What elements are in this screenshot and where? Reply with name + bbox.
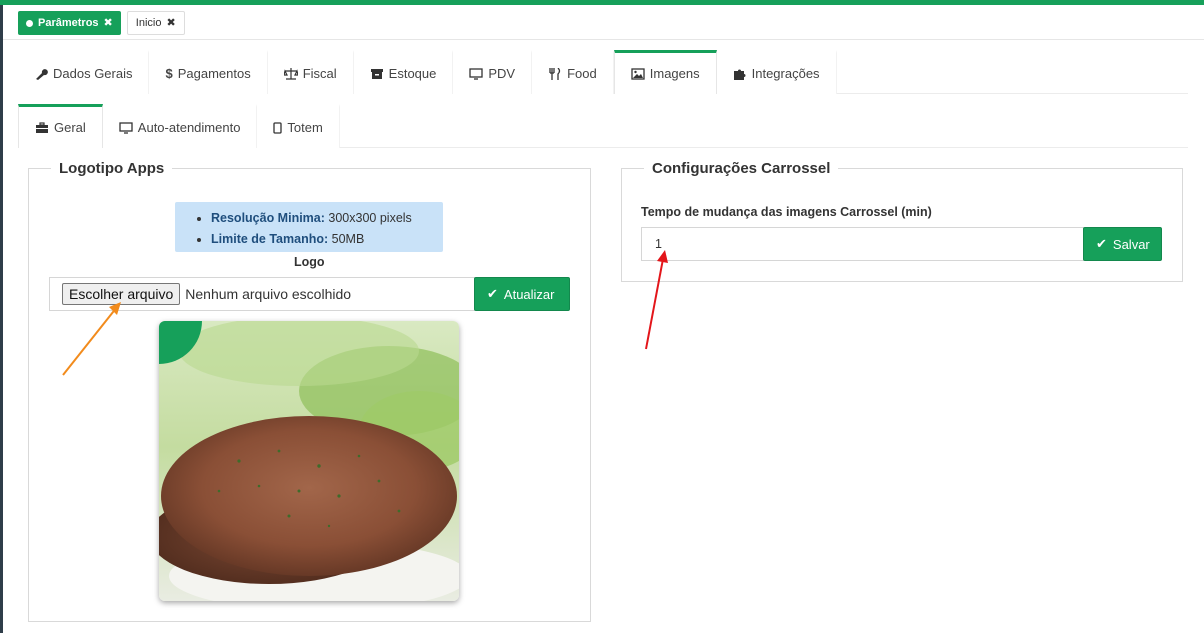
- main-tabs: Dados Gerais $ Pagamentos Fiscal Estoque…: [18, 50, 1188, 94]
- info-item: Resolução Minima: 300x300 pixels: [211, 208, 443, 229]
- logo-field-label: Logo: [294, 255, 325, 269]
- page-tabs: Parâmetros ✖ Inicio ✖: [18, 11, 185, 35]
- tab-label: Estoque: [388, 66, 437, 81]
- tab-pdv[interactable]: PDV: [453, 50, 533, 94]
- tab-label: Imagens: [649, 66, 700, 81]
- logo-preview-image: [159, 321, 459, 601]
- puzzle-icon: [733, 68, 747, 80]
- monitor-icon: [469, 67, 484, 80]
- tab-estoque[interactable]: Estoque: [353, 50, 454, 94]
- page-tab-label: Inicio: [135, 17, 162, 29]
- left-sidebar-edge: [0, 0, 3, 633]
- orange-annotation-arrow-icon: [62, 302, 121, 376]
- file-status: Nenhum arquivo escolhido: [185, 286, 352, 302]
- tab-dados-gerais[interactable]: Dados Gerais: [18, 50, 150, 94]
- tab-label: Food: [567, 66, 597, 81]
- tab-food[interactable]: Food: [532, 50, 614, 94]
- red-annotation-arrow-icon: [645, 250, 668, 350]
- desktop-icon: [119, 121, 133, 134]
- tab-label: Pagamentos: [177, 66, 251, 81]
- wrench-icon: [34, 68, 48, 80]
- carousel-interval-input[interactable]: [641, 227, 1084, 261]
- tab-label: Auto-atendimento: [137, 120, 241, 135]
- header-divider: [3, 39, 1204, 40]
- tab-label: Integrações: [751, 66, 820, 81]
- carousel-interval-label: Tempo de mudança das imagens Carrossel (…: [641, 205, 932, 219]
- tab-pagamentos[interactable]: $ Pagamentos: [149, 50, 268, 94]
- page-tab-parametros[interactable]: Parâmetros ✖: [18, 11, 121, 35]
- tab-label: PDV: [488, 66, 516, 81]
- image-icon: [631, 67, 645, 80]
- tab-label: Fiscal: [302, 66, 337, 81]
- tablet-icon: [273, 121, 283, 134]
- info-value: 300x300 pixels: [328, 211, 412, 225]
- logo-panel-title: Logotipo Apps: [59, 160, 165, 177]
- save-button[interactable]: ✔ Salvar: [1083, 227, 1162, 261]
- balance-scale-icon: [283, 67, 298, 80]
- logo-requirements-info: Resolução Minima: 300x300 pixels Limite …: [175, 202, 443, 252]
- close-icon[interactable]: ✖: [104, 11, 113, 35]
- subtab-geral[interactable]: Geral: [18, 104, 103, 148]
- check-icon: ✔: [1096, 236, 1107, 251]
- subtab-totem[interactable]: Totem: [257, 104, 340, 148]
- save-button-label: Salvar: [1112, 236, 1150, 252]
- carousel-panel: Configurações Carrossel: [621, 160, 1183, 282]
- tab-fiscal[interactable]: Fiscal: [267, 50, 354, 94]
- active-dot-icon: [26, 19, 33, 27]
- tab-label: Totem: [287, 120, 323, 135]
- subtab-auto-atendimento[interactable]: Auto-atendimento: [102, 104, 258, 148]
- sub-tabs: Geral Auto-atendimento Totem: [18, 104, 1188, 148]
- check-icon: ✔: [487, 286, 498, 301]
- dollar-icon: $: [165, 66, 173, 81]
- info-value: 50MB: [331, 232, 365, 246]
- info-label: Limite de Tamanho:: [211, 232, 329, 246]
- update-button[interactable]: ✔ Atualizar: [474, 277, 570, 311]
- tab-label: Dados Gerais: [53, 66, 133, 81]
- briefcase-icon: [35, 121, 49, 134]
- info-label: Resolução Minima:: [211, 211, 325, 225]
- page-tab-inicio[interactable]: Inicio ✖: [126, 11, 185, 35]
- carousel-panel-title: Configurações Carrossel: [652, 160, 831, 177]
- page-tab-label: Parâmetros: [38, 17, 99, 29]
- info-item: Limite de Tamanho: 50MB: [211, 229, 443, 250]
- close-icon[interactable]: ✖: [166, 11, 175, 35]
- tab-imagens[interactable]: Imagens: [613, 50, 717, 94]
- top-accent-bar: [0, 0, 1204, 5]
- cutlery-icon: [548, 67, 562, 80]
- tab-label: Geral: [54, 120, 86, 135]
- update-button-label: Atualizar: [503, 286, 555, 302]
- archive-icon: [370, 68, 384, 80]
- tab-integracoes[interactable]: Integrações: [716, 50, 837, 94]
